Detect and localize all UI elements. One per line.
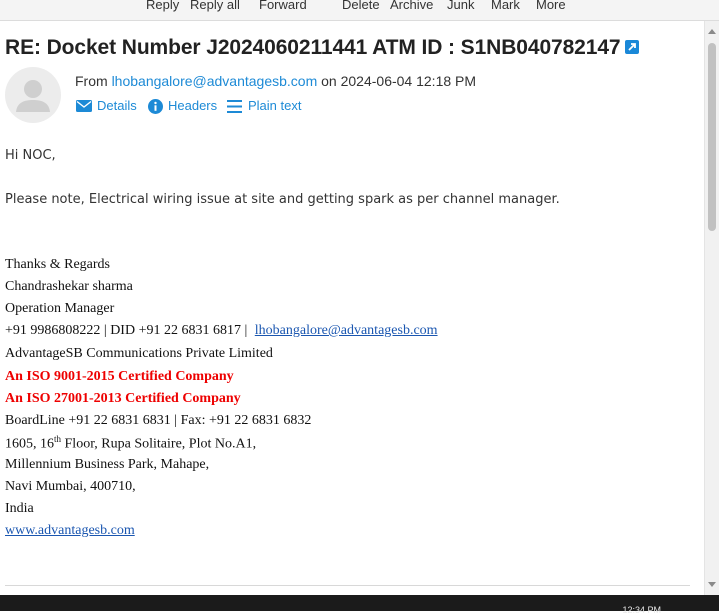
text-lines-icon — [227, 100, 242, 113]
sig-address-2: Millennium Business Park, Mahape, — [5, 457, 210, 472]
scrollbar[interactable] — [704, 21, 719, 595]
taskbar: 12:34 PM — [0, 595, 719, 615]
sig-title: Operation Manager — [5, 301, 115, 316]
sig-email-link[interactable]: lhobangalore@advantagesb.com — [255, 323, 438, 338]
sig-address-1-post: Floor, Rupa Solitaire, Plot No.A1, — [61, 436, 257, 452]
sig-address-1-pre: 1605, 16 — [5, 436, 54, 452]
sender-email-link[interactable]: lhobangalore@advantagesb.com — [112, 73, 318, 89]
sender-avatar — [5, 67, 61, 123]
sig-company: AdvantageSB Communications Private Limit… — [5, 346, 273, 361]
info-icon — [148, 99, 163, 114]
scroll-thumb[interactable] — [708, 43, 716, 231]
delete-button[interactable]: Delete — [342, 0, 380, 13]
sig-address-4: India — [5, 501, 34, 516]
taskbar-clock: 12:34 PM — [622, 605, 661, 615]
body-paragraph: Please note, Electrical wiring issue at … — [5, 192, 560, 207]
sig-iso-9001: An ISO 9001-2015 Certified Company — [5, 369, 234, 384]
envelope-icon — [76, 100, 92, 112]
reply-button[interactable]: Reply — [146, 0, 179, 13]
sig-contact-line: +91 9986808222 | DID +91 22 6831 6817 | … — [5, 323, 438, 339]
scroll-up-arrow-icon[interactable] — [708, 29, 716, 34]
more-button[interactable]: More — [536, 0, 566, 13]
sig-boardline: BoardLine +91 22 6831 6831 | Fax: +91 22… — [5, 413, 312, 428]
sig-address-1: 1605, 16th Floor, Rupa Solitaire, Plot N… — [5, 434, 256, 453]
mark-button[interactable]: Mark — [491, 0, 520, 13]
message-date: 2024-06-04 12:18 PM — [340, 73, 477, 89]
message-subject: RE: Docket Number J2024060211441 ATM ID … — [5, 36, 639, 60]
sig-iso-27001: An ISO 27001-2013 Certified Company — [5, 391, 241, 406]
forward-button[interactable]: Forward — [259, 0, 307, 13]
greeting: Hi NOC, — [5, 148, 56, 163]
sig-regards: Thanks & Regards — [5, 257, 110, 272]
scroll-down-arrow-icon[interactable] — [708, 582, 716, 587]
sig-name: Chandrashekar sharma — [5, 279, 133, 294]
archive-button[interactable]: Archive — [390, 0, 433, 13]
open-external-icon[interactable] — [624, 40, 639, 54]
from-label: From — [75, 73, 108, 89]
from-line: From lhobangalore@advantagesb.com on 202… — [75, 73, 476, 89]
junk-button[interactable]: Junk — [447, 0, 474, 13]
message-toolbar: Reply Reply all Forward Delete Archive J… — [0, 0, 719, 21]
subject-text: RE: Docket Number J2024060211441 ATM ID … — [5, 36, 621, 59]
plain-text-label: Plain text — [248, 98, 302, 113]
sig-website: www.advantagesb.com — [5, 523, 135, 539]
details-label: Details — [97, 98, 137, 113]
sig-phone: +91 9986808222 | DID +91 22 6831 6817 | — [5, 323, 248, 338]
headers-label: Headers — [168, 98, 218, 113]
reply-all-button[interactable]: Reply all — [190, 0, 240, 13]
divider — [5, 585, 690, 586]
sig-website-link[interactable]: www.advantagesb.com — [5, 523, 135, 538]
person-icon — [16, 80, 50, 112]
sig-address-1-sup: th — [54, 434, 62, 444]
sig-address-3: Navi Mumbai, 400710, — [5, 479, 136, 494]
date-prefix: on — [321, 73, 337, 89]
